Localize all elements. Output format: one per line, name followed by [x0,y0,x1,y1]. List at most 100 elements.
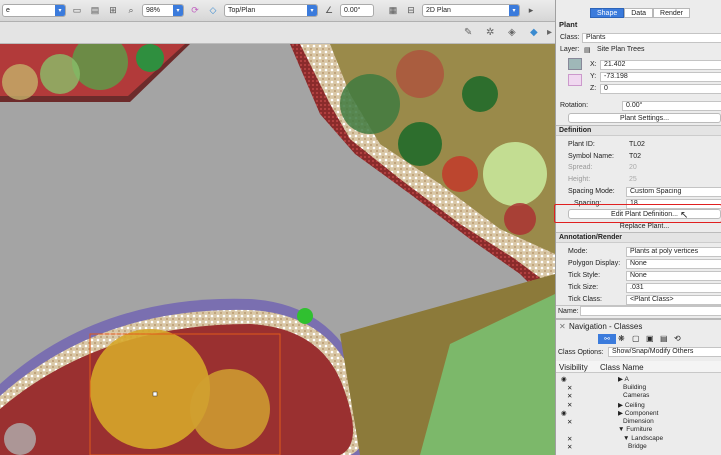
disclosure-icon[interactable]: ▶ [618,410,625,417]
hidden-mark[interactable]: ✕ [567,443,572,451]
name-field[interactable] [580,306,721,316]
expand-icon[interactable]: ▸ [547,27,552,38]
layers-tab-icon[interactable]: ❋ [618,334,630,344]
angle-icon[interactable]: ∠ [322,4,336,17]
tick-style-select[interactable]: None [626,270,721,281]
selection-handle[interactable] [152,391,158,397]
class-name: Dimension [623,418,654,425]
replace-plant-button[interactable]: Replace Plant... [568,221,721,231]
class-name: ▶ Component [618,409,658,417]
object-info-palette: Shape Data Render Plant Class: Plants La… [554,0,721,455]
plant-settings-button[interactable]: Plant Settings... [568,113,721,123]
tab-data[interactable]: Data [624,8,654,18]
edit-plant-definition-button[interactable]: Edit Plant Definition... [568,209,721,219]
fit-icon[interactable]: ⊞ [106,4,120,17]
expand-icon[interactable]: ▸ [524,4,538,17]
render-icon[interactable]: ⊟ [404,4,418,17]
classes-table-header: Visibility Class Name [556,361,721,373]
chevron-down-icon: ▾ [509,5,519,16]
navigation-tabs: ⚯ ❋ ▢ ▣ ▤ ⟲ [598,334,686,344]
layer-row: Layer: ▤ Site Plan Trees [556,44,721,55]
class-name-text: Cameras [623,392,650,399]
layers-icon[interactable]: ▤ [88,4,102,17]
class-name-text: Bridge [628,443,647,450]
class-name: Building [623,384,646,391]
views-tab-icon[interactable]: ▢ [632,334,644,344]
class-select[interactable]: e ▾ [2,4,66,17]
site-plan-drawing [0,44,555,455]
hidden-mark[interactable]: ✕ [567,418,572,426]
close-icon[interactable]: ✕ [559,322,566,331]
grid-icon[interactable]: ▦ [386,4,400,17]
references-tab-icon[interactable]: ▤ [660,334,672,344]
class-row: Class: Plants [556,32,721,43]
zoom-select[interactable]: 98% ▾ [142,4,184,17]
annotation-header: Annotation/Render [556,232,721,243]
class-select[interactable]: Plants [582,32,721,43]
class-name-text: Furniture [626,426,653,433]
tab-render[interactable]: Render [653,8,691,18]
info-tabs: Shape Data Render [590,8,691,18]
chevron-down-icon: ▾ [307,5,317,16]
mode-select[interactable]: Plants at poly vertices [626,246,721,257]
object-type: Plant [559,20,578,29]
hidden-mark[interactable]: ✕ [567,401,572,409]
polygon-display-select[interactable]: None [626,258,721,269]
sheets-tab-icon[interactable]: ▣ [646,334,658,344]
layer-select[interactable]: Site Plan Trees [594,45,721,55]
snap-tool-icon[interactable]: ✲ [486,27,494,38]
class-name-text: Landscape [631,434,664,442]
eye-icon[interactable]: ◉ [561,375,567,383]
class-name: ▶ Ceiling [618,401,645,409]
navigation-palette: ✕ Navigation - Classes ⚯ ❋ ▢ ▣ ▤ ⟲ Class… [556,318,721,455]
definition-header: Definition [556,125,721,136]
symbol-name-value: T02 [629,153,642,160]
chevron-down-icon: ▾ [55,5,65,16]
rotation-field[interactable]: 0.00° [622,100,721,111]
projection-select[interactable]: 2D Plan ▾ [422,4,520,17]
tool-toolbar: ✎ ✲ ◈ ◆ ▸ [0,22,555,44]
spacing-mode-select[interactable]: Custom Spacing [626,186,721,197]
classes-tab-icon[interactable]: ⚯ [598,334,616,344]
view-select[interactable]: Top/Plan ▾ [224,4,318,17]
magnify-icon[interactable]: ⌕ [124,4,138,17]
class-tool-icon[interactable]: ◈ [508,27,516,38]
class-row[interactable]: ✕ Bridge [556,443,721,452]
angle-field[interactable]: 0.00° [340,4,374,17]
class-name: ▼ Landscape [623,435,663,442]
x-field[interactable]: 21.402 [600,59,721,70]
drawing-canvas[interactable] [0,44,555,455]
class-name: ▼ Furniture [618,426,652,433]
plant-id-value: TL02 [629,141,645,148]
y-field[interactable]: -73.198 [600,71,721,82]
hidden-mark[interactable]: ✕ [567,435,572,443]
spread-value: 20 [629,164,637,171]
plane-icon[interactable]: ◇ [206,4,220,17]
selected-plant[interactable] [90,329,210,449]
class-name: Cameras [623,392,649,399]
layer-tool-icon[interactable]: ◆ [530,27,538,38]
tab-shape[interactable]: Shape [590,8,625,18]
chevron-down-icon: ▾ [173,5,183,16]
class-name-text: Component [624,410,659,417]
document-icon[interactable]: ▭ [70,4,84,17]
height-value: 25 [629,176,637,183]
rotate-icon[interactable]: ⟳ [188,4,202,17]
disclosure-icon[interactable]: ▼ [623,435,631,442]
eye-icon[interactable]: ◉ [561,409,567,417]
tick-class-select[interactable]: <Plant Class> [626,294,721,305]
disclosure-icon[interactable]: ▼ [618,426,626,433]
class-name: Bridge [628,443,647,450]
layer-icon: ▤ [584,46,591,54]
drafting-tool-icon[interactable]: ✎ [464,27,472,38]
tick-size-field[interactable]: .031 [626,282,721,293]
cursor-icon: ↖ [680,210,689,221]
hidden-mark[interactable]: ✕ [567,392,572,400]
z-field[interactable]: 0 [600,83,721,94]
class-name: ▶ A [618,375,629,383]
class-name-text: Dimension [623,417,654,425]
refresh-icon[interactable]: ⟲ [674,334,686,344]
disclosure-icon[interactable]: ▶ [618,402,625,409]
class-options-select[interactable]: Show/Snap/Modify Others [608,347,721,357]
hidden-mark[interactable]: ✕ [567,384,572,392]
